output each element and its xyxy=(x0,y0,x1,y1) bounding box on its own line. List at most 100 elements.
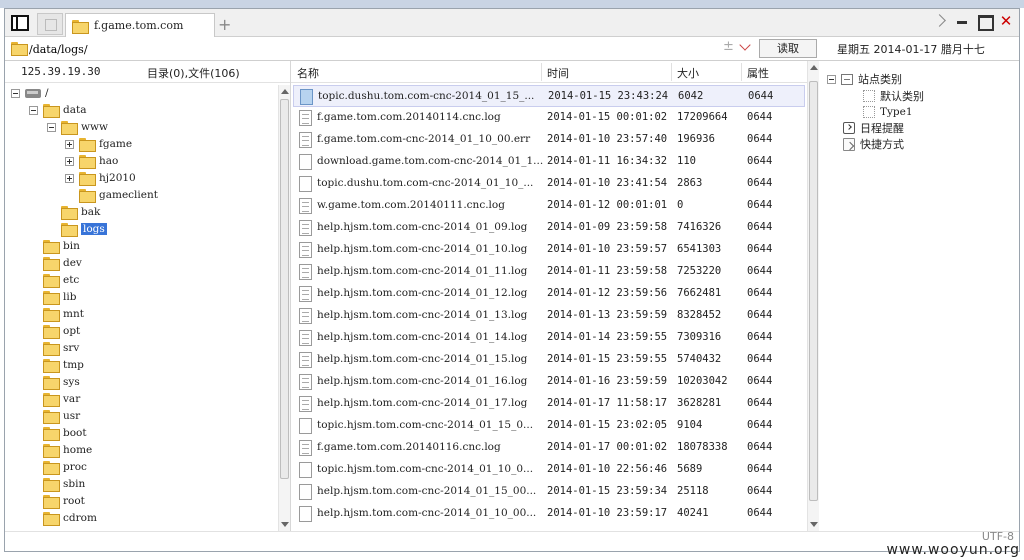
file-size: 5689 xyxy=(677,463,703,475)
column-name[interactable]: 名称 xyxy=(297,65,319,81)
chevron-right-icon[interactable] xyxy=(933,14,947,28)
file-row[interactable]: help.hjsm.tom.com-cnc-2014_01_17.log 2014… xyxy=(293,393,805,415)
file-attr: 0644 xyxy=(747,375,773,387)
tree-node[interactable]: mnt xyxy=(29,306,84,322)
file-row[interactable]: help.hjsm.tom.com-cnc-2014_01_16.log 2014… xyxy=(293,371,805,393)
scroll-up-icon[interactable] xyxy=(810,65,818,70)
file-row[interactable]: help.hjsm.tom.com-cnc-2014_01_12.log 2014… xyxy=(293,283,805,305)
tree-node[interactable]: tmp xyxy=(29,357,84,373)
file-time: 2014-01-15 23:43:24 xyxy=(548,90,669,102)
tree-node[interactable]: bak xyxy=(47,204,100,220)
collapse-icon[interactable] xyxy=(827,74,836,84)
chevron-down-icon[interactable] xyxy=(739,39,751,51)
file-row[interactable]: w.game.tom.com.20140111.cnc.log 2014-01-1… xyxy=(293,195,805,217)
file-row[interactable]: help.hjsm.tom.com-cnc-2014_01_10.log 2014… xyxy=(293,239,805,261)
file-row[interactable]: download.game.tom.com-cnc-2014_01_1... 20… xyxy=(293,151,805,173)
column-time[interactable]: 时间 xyxy=(547,65,569,81)
read-button[interactable]: 读取 xyxy=(759,39,817,58)
file-row[interactable]: topic.hjsm.tom.com-cnc-2014_01_15_0... 20… xyxy=(293,415,805,437)
expand-icon[interactable] xyxy=(65,139,74,149)
column-size[interactable]: 大小 xyxy=(677,65,699,81)
file-rows: topic.dushu.tom.com-cnc-2014_01_15_... 20… xyxy=(291,85,807,531)
tree-node[interactable]: cdrom xyxy=(29,510,97,526)
tree-node[interactable]: data xyxy=(29,102,86,118)
file-row[interactable]: help.hjsm.tom.com-cnc-2014_01_14.log 2014… xyxy=(293,327,805,349)
add-bookmark-icon[interactable]: ± xyxy=(723,39,734,54)
tree-node[interactable]: srv xyxy=(29,340,79,356)
panel-toggle-icon[interactable] xyxy=(11,15,29,31)
close-button[interactable]: ✕ xyxy=(999,14,1013,29)
tree-node[interactable]: sbin xyxy=(29,476,85,492)
file-row[interactable]: help.hjsm.tom.com-cnc-2014_01_13.log 2014… xyxy=(293,305,805,327)
address-bar: ± 读取 星期五 2014-01-17 腊月十七 xyxy=(5,37,1019,61)
tree-node-label: cdrom xyxy=(63,512,97,524)
collapse-icon[interactable] xyxy=(29,105,38,115)
category-item[interactable]: Type1 xyxy=(863,104,913,120)
scroll-down-icon[interactable] xyxy=(281,522,289,527)
tree-node[interactable]: fgame xyxy=(65,136,132,152)
tree-scrollbar[interactable] xyxy=(278,85,290,531)
tree-node-label: fgame xyxy=(99,138,133,150)
tab-title: f.game.tom.com xyxy=(94,19,184,32)
blank-tab[interactable] xyxy=(37,13,63,35)
collapse-icon[interactable] xyxy=(11,88,20,98)
tree-node-label: www xyxy=(81,121,108,133)
file-row[interactable]: help.hjsm.tom.com-cnc-2014_01_09.log 2014… xyxy=(293,217,805,239)
tree-node[interactable]: usr xyxy=(29,408,80,424)
tree-node[interactable]: / xyxy=(11,85,49,101)
tree-node[interactable]: dev xyxy=(29,255,82,271)
collapse-icon[interactable] xyxy=(47,122,56,132)
column-attr[interactable]: 属性 xyxy=(747,65,769,81)
maximize-button[interactable] xyxy=(977,14,994,31)
shortcuts[interactable]: 快捷方式 xyxy=(843,136,904,152)
tree-node[interactable]: hj2010 xyxy=(65,170,136,186)
file-time: 2014-01-15 23:02:05 xyxy=(547,419,668,431)
file-row[interactable]: help.hjsm.tom.com-cnc-2014_01_11.log 2014… xyxy=(293,261,805,283)
tree-node-label: tmp xyxy=(63,359,84,371)
minimize-button[interactable] xyxy=(955,14,969,28)
scroll-thumb[interactable] xyxy=(280,99,289,479)
tree-node[interactable]: root xyxy=(29,493,85,509)
tree-node[interactable]: etc xyxy=(29,272,79,288)
file-row[interactable]: topic.hjsm.tom.com-cnc-2014_01_10_0... 20… xyxy=(293,459,805,481)
tree-node[interactable]: proc xyxy=(29,459,87,475)
tree-node[interactable]: sys xyxy=(29,374,80,390)
tree-node[interactable]: gameclient xyxy=(65,187,158,203)
file-list-scrollbar[interactable] xyxy=(807,61,819,531)
file-row[interactable]: f.game.tom.com.20140116.cnc.log 2014-01-1… xyxy=(293,437,805,459)
file-row[interactable]: topic.dushu.tom.com-cnc-2014_01_10_... 20… xyxy=(293,173,805,195)
folder-icon xyxy=(43,274,60,288)
file-row[interactable]: f.game.tom.com-cnc-2014_01_10_00.err 2014… xyxy=(293,129,805,151)
tab-active[interactable]: f.game.tom.com xyxy=(65,13,215,37)
tree-node-label: hao xyxy=(99,155,119,167)
file-row[interactable]: f.game.tom.com.20140114.cnc.log 2014-01-1… xyxy=(293,107,805,129)
path-input[interactable] xyxy=(29,40,719,58)
schedule-reminder[interactable]: 日程提醒 xyxy=(843,120,904,136)
file-row[interactable]: help.hjsm.tom.com-cnc-2014_01_15_00... 20… xyxy=(293,481,805,503)
file-row[interactable]: help.hjsm.tom.com-cnc-2014_01_10_00... 20… xyxy=(293,503,805,525)
expand-icon[interactable] xyxy=(65,156,74,166)
expand-icon[interactable] xyxy=(65,173,74,183)
file-row[interactable]: topic.dushu.tom.com-cnc-2014_01_15_... 20… xyxy=(293,85,805,107)
scroll-up-icon[interactable] xyxy=(281,89,289,94)
file-time: 2014-01-10 23:59:17 xyxy=(547,507,668,519)
tree-node[interactable]: logs xyxy=(47,221,107,237)
tree-node[interactable]: www xyxy=(47,119,108,135)
file-icon xyxy=(299,506,312,522)
category-root[interactable]: 站点类别 xyxy=(827,71,902,87)
file-icon xyxy=(299,154,312,170)
tree-node[interactable]: var xyxy=(29,391,80,407)
tree-node[interactable]: home xyxy=(29,442,92,458)
tree-node[interactable]: opt xyxy=(29,323,80,339)
scroll-down-icon[interactable] xyxy=(810,522,818,527)
tree-node[interactable]: boot xyxy=(29,425,87,441)
category-item[interactable]: 默认类别 xyxy=(863,88,924,104)
file-row[interactable]: help.hjsm.tom.com-cnc-2014_01_15.log 2014… xyxy=(293,349,805,371)
tree-node[interactable]: lib xyxy=(29,289,76,305)
tree-node[interactable]: hao xyxy=(65,153,118,169)
file-size: 196936 xyxy=(677,133,715,145)
scroll-thumb[interactable] xyxy=(809,81,818,501)
file-icon xyxy=(299,308,312,324)
tree-node[interactable]: bin xyxy=(29,238,80,254)
new-tab-button[interactable]: + xyxy=(218,15,231,34)
